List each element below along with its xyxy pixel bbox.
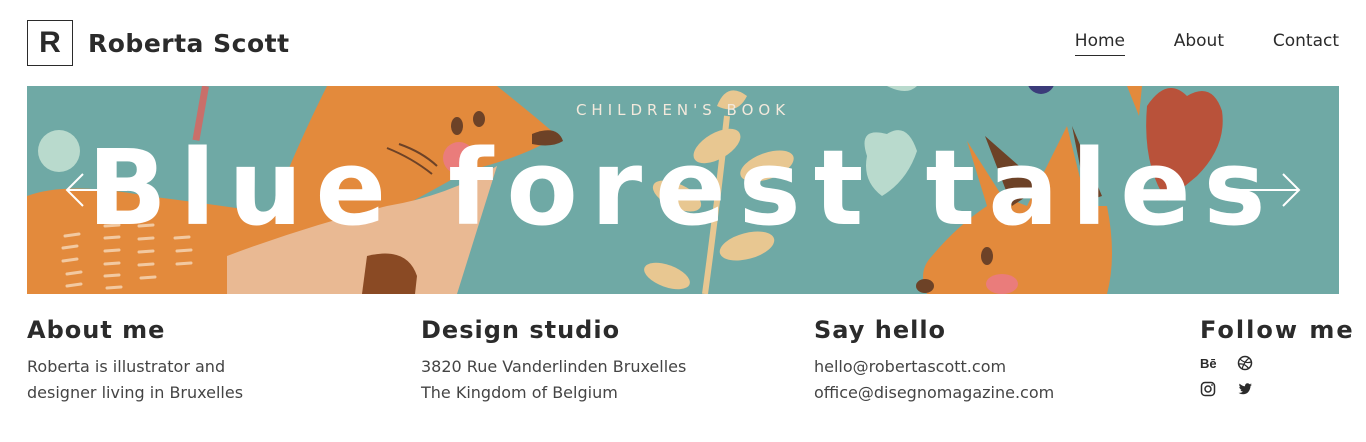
hello-section: Say hello hello@robertascott.com office@… xyxy=(814,316,1054,406)
about-section: About me Roberta is illustrator and desi… xyxy=(27,316,243,406)
arrow-right-icon[interactable] xyxy=(1237,170,1301,210)
email-link-hello[interactable]: hello@robertascott.com xyxy=(814,354,1054,380)
nav-contact-link[interactable]: Contact xyxy=(1273,31,1339,51)
twitter-icon[interactable] xyxy=(1237,380,1274,398)
dribbble-icon[interactable] xyxy=(1237,354,1274,372)
hero-banner: CHILDREN'S BOOK Blue forest tales xyxy=(27,86,1339,294)
logo-mark[interactable]: R xyxy=(27,20,73,66)
hero-title: Blue forest tales xyxy=(87,127,1279,249)
studio-section: Design studio 3820 Rue Vanderlinden Brux… xyxy=(421,316,686,406)
behance-icon[interactable]: Bē xyxy=(1200,354,1237,372)
site-name[interactable]: Roberta Scott xyxy=(88,29,290,58)
about-heading: About me xyxy=(27,316,166,344)
follow-heading: Follow me xyxy=(1200,316,1355,344)
hello-heading: Say hello xyxy=(814,316,947,344)
studio-heading: Design studio xyxy=(421,316,621,344)
site-header: R Roberta Scott Home About Contact xyxy=(0,0,1366,86)
about-line-2: designer living in Bruxelles xyxy=(27,383,244,402)
instagram-icon[interactable] xyxy=(1200,380,1237,398)
studio-address-line-1: 3820 Rue Vanderlinden Bruxelles xyxy=(421,357,687,376)
hero-eyebrow: CHILDREN'S BOOK xyxy=(575,101,791,119)
arrow-left-icon[interactable] xyxy=(65,170,129,210)
email-link-office[interactable]: office@disegnomagazine.com xyxy=(814,380,1054,406)
about-line-1: Roberta is illustrator and xyxy=(27,357,226,376)
follow-section: Follow me Bē xyxy=(1200,316,1355,398)
nav-about-link[interactable]: About xyxy=(1174,31,1224,51)
social-links: Bē xyxy=(1200,354,1310,398)
nav-home-link[interactable]: Home xyxy=(1074,31,1125,56)
svg-text:Bē: Bē xyxy=(1200,356,1216,371)
studio-address-line-2: The Kingdom of Belgium xyxy=(421,383,618,402)
